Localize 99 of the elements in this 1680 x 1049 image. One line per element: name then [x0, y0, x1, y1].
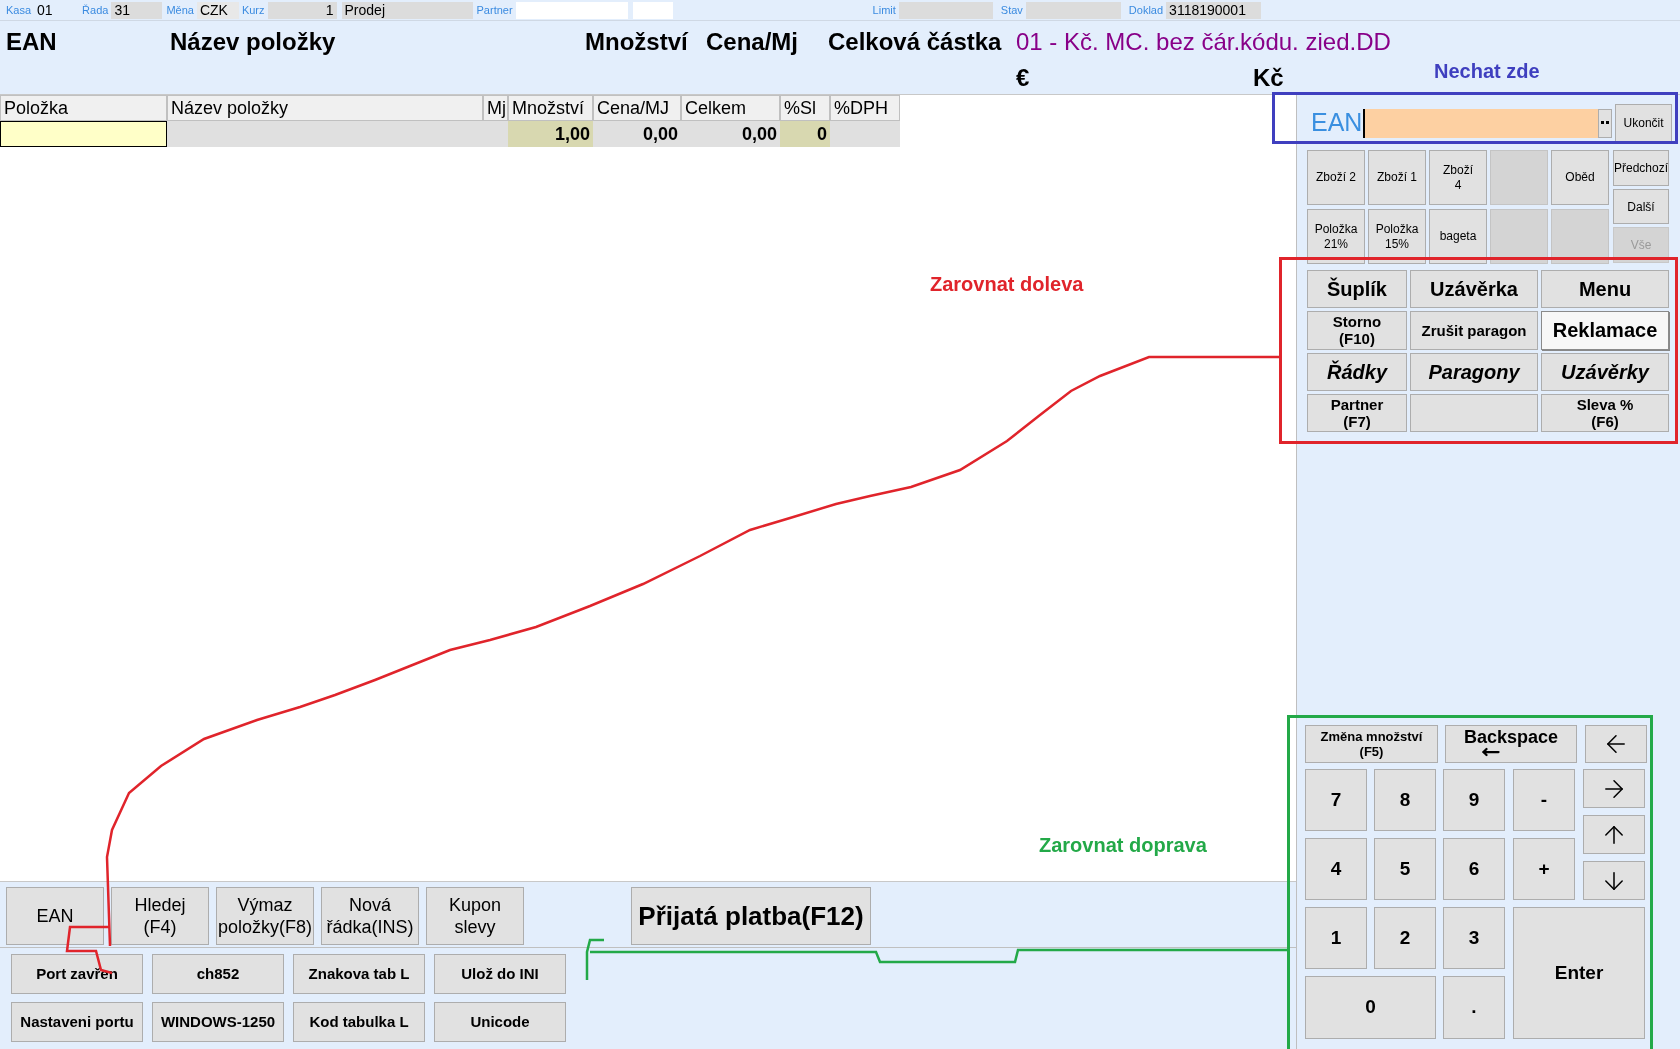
field-label: Partner [476, 2, 513, 18]
settings-button[interactable]: Kod tabulka L [293, 1002, 425, 1042]
function-button[interactable]: Uzávěrka [1410, 270, 1538, 309]
product-button[interactable]: Zboží 4 [1429, 150, 1487, 205]
field-value: 3118190001 [1166, 1, 1262, 19]
keypad-key[interactable]: 8 [1374, 769, 1436, 831]
table-header[interactable]: %DPH [830, 95, 900, 121]
annotation-label: Zarovnat doleva [930, 272, 1084, 297]
function-button[interactable]: Šuplík [1307, 270, 1407, 309]
column-heading: Celková částka [828, 27, 1003, 57]
table-header[interactable]: Položka [0, 95, 167, 121]
ean-input[interactable] [1362, 108, 1599, 138]
table-header[interactable]: Mj [483, 95, 508, 121]
settings-button[interactable]: ch852 [152, 954, 284, 994]
ean-label: EAN [1311, 107, 1363, 139]
keypad-key[interactable]: 5 [1374, 838, 1436, 900]
action-button[interactable]: Hledej (F4) [111, 887, 209, 945]
column-heading: Název položky [170, 27, 337, 57]
keypad-key[interactable]: 3 [1443, 907, 1505, 969]
function-button[interactable]: Zrušit paragon [1410, 311, 1538, 350]
function-button[interactable]: Partner (F7) [1307, 393, 1407, 432]
table-header[interactable]: Cena/MJ [593, 95, 681, 121]
keypad-key[interactable]: 9 [1443, 769, 1505, 831]
product-button[interactable]: bageta [1429, 209, 1487, 264]
close-button[interactable]: Ukončit [1615, 104, 1672, 142]
product-button[interactable]: Položka 21% [1307, 209, 1365, 264]
page-button[interactable]: Další [1613, 188, 1669, 225]
function-button[interactable]: Reklamace [1541, 311, 1669, 350]
field-label: Stav [1000, 2, 1023, 18]
field-label: Kurz [241, 2, 265, 18]
right-arrow-key[interactable] [1583, 769, 1645, 808]
field-value: 1 [267, 1, 337, 19]
settings-button[interactable]: WINDOWS-1250 [152, 1002, 284, 1042]
table-cell [830, 121, 900, 147]
page-button[interactable]: Předchozí [1613, 150, 1669, 186]
field-label: Měna [166, 2, 194, 18]
field-label: Limit [872, 2, 896, 18]
field-label: Doklad [1128, 2, 1164, 18]
annotation-label: Zarovnat doprava [1039, 833, 1207, 858]
enter-key[interactable]: Enter [1513, 907, 1645, 1039]
settings-button[interactable]: Port zavřen [11, 954, 143, 994]
column-heading: Množství [585, 27, 690, 57]
table-cell: 0,00 [681, 121, 780, 147]
field-label: Řada [82, 2, 109, 18]
left-arrow-key[interactable] [1585, 725, 1647, 763]
annotation-label: Nechat zde [1434, 59, 1540, 84]
keypad-key[interactable]: . [1443, 976, 1505, 1039]
currency-label: Kč [1253, 63, 1284, 93]
dots-icon [1601, 121, 1610, 125]
payment-button[interactable]: Přijatá platba(F12) [631, 887, 871, 945]
action-button[interactable]: Výmaz položky(F8) [216, 887, 314, 945]
function-button[interactable]: Menu [1541, 270, 1669, 309]
action-button[interactable]: Nová řádka(INS) [321, 887, 419, 945]
currency-label: € [1016, 63, 1031, 93]
keypad-key[interactable]: 0 [1305, 976, 1436, 1039]
keypad-key[interactable]: + [1513, 838, 1575, 900]
keypad-key[interactable]: - [1513, 769, 1575, 831]
dots-button[interactable] [1598, 108, 1613, 138]
field-value [632, 1, 673, 19]
field-value: Prodej [341, 1, 473, 19]
keypad-key[interactable]: 1 [1305, 907, 1367, 969]
table-cell: 0,00 [593, 121, 681, 147]
function-button[interactable]: Řádky [1307, 352, 1407, 391]
table-cell [483, 121, 508, 147]
keypad-key[interactable]: 4 [1305, 838, 1367, 900]
table-cell: 1,00 [508, 121, 593, 147]
keypad-key[interactable]: 7 [1305, 769, 1367, 831]
settings-button[interactable]: Ulož do INI [434, 954, 566, 994]
keypad-key[interactable]: 6 [1443, 838, 1505, 900]
info-text: 01 - Kč. MC. bez čár.kódu. zied.DD [1016, 27, 1391, 57]
up-arrow-key[interactable] [1583, 815, 1645, 854]
settings-button[interactable]: Nastaveni portu [11, 1002, 143, 1042]
table-header[interactable]: %Sl [780, 95, 830, 121]
table-cell: 0 [780, 121, 830, 147]
column-heading: EAN [6, 27, 58, 57]
field-value: 31 [111, 1, 163, 19]
quantity-button[interactable]: Změna množství (F5) [1305, 725, 1438, 763]
product-button[interactable]: Oběd [1551, 150, 1609, 205]
function-button[interactable]: Paragony [1410, 352, 1538, 391]
function-button[interactable]: Storno (F10) [1307, 311, 1407, 350]
product-button[interactable]: Položka 15% [1368, 209, 1426, 264]
field-label: Kasa [6, 2, 32, 18]
action-button[interactable]: EAN [6, 887, 104, 945]
settings-button[interactable]: Unicode [434, 1002, 566, 1042]
action-button[interactable]: Kupon slevy [426, 887, 524, 945]
table-header[interactable]: Množství [508, 95, 593, 121]
table-header[interactable]: Celkem [681, 95, 780, 121]
product-button[interactable]: Zboží 2 [1307, 150, 1365, 205]
field-value: CZK [196, 1, 239, 19]
keypad-key[interactable]: 2 [1374, 907, 1436, 969]
table-header[interactable]: Název položky [167, 95, 483, 121]
down-arrow-key[interactable] [1583, 861, 1645, 900]
product-button[interactable]: Zboží 1 [1368, 150, 1426, 205]
settings-button[interactable]: Znakova tab L [293, 954, 425, 994]
backspace-button[interactable]: Backspace [1445, 725, 1577, 763]
function-button[interactable]: Sleva % (F6) [1541, 393, 1669, 432]
function-button[interactable]: Uzávěrky [1541, 352, 1669, 391]
field-value: 01 [36, 1, 54, 19]
column-heading: Cena/Mj [706, 27, 799, 57]
